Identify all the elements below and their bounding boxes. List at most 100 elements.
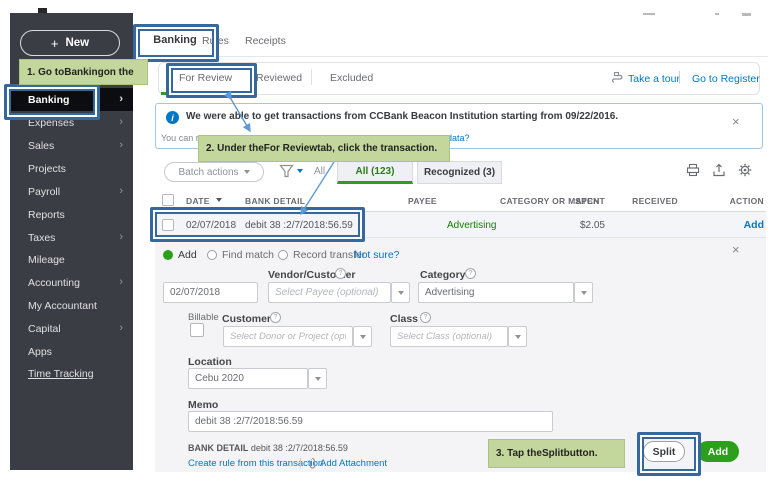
billable-label: Billable [188,312,219,323]
divider [300,458,301,468]
class-dropdown-button[interactable] [508,326,527,347]
memo-field[interactable] [188,411,553,432]
billable-checkbox[interactable] [190,323,204,337]
plus-icon: + [51,36,59,51]
batch-actions-dropdown[interactable]: Batch actions [164,162,264,182]
new-button[interactable]: + New [20,30,120,56]
category-field[interactable] [418,282,574,303]
create-rule-link[interactable]: Create rule from this transaction [188,458,323,469]
add-button[interactable]: Add [697,441,739,462]
chevron-right-icon: › [119,232,123,243]
divider [311,69,312,85]
payee-field[interactable] [268,282,391,303]
cropped-ui-remnant [715,13,719,15]
customer-dropdown-button[interactable] [353,326,372,347]
tab-for-review[interactable]: For Review [179,72,232,84]
sidebar-item-my-accountant[interactable]: My Accountant [10,294,133,317]
sidebar-item-banking[interactable]: Banking › [10,88,133,111]
sidebar-item-expenses[interactable]: Expenses › [10,111,133,134]
tab-all-transactions[interactable]: All (123) [337,161,413,184]
date-field[interactable] [163,282,258,303]
customer-field[interactable] [223,326,353,347]
chevron-right-icon: › [119,140,123,151]
class-field[interactable] [390,326,508,347]
column-header-action: ACTION [716,196,764,206]
sidebar-item-projects[interactable]: Projects [10,157,133,180]
new-button-label: New [65,37,89,49]
radio-record-transfer[interactable] [278,250,288,260]
chevron-right-icon: › [119,94,123,105]
chevron-right-icon: › [119,186,123,197]
tab-receipts[interactable]: Receipts [245,35,286,47]
class-label: Class [390,313,418,325]
row-category[interactable]: Advertising [447,220,496,231]
customer-label: Customer [222,313,271,325]
active-tab-underline [161,92,183,95]
row-spent: $2.05 [558,220,605,231]
memo-label: Memo [188,399,218,411]
sidebar-item-taxes[interactable]: Taxes › [10,226,133,249]
split-button[interactable]: Split [643,441,685,462]
add-attachment-link[interactable]: Add Attachment [320,458,387,469]
sidebar-item-capital[interactable]: Capital › [10,317,133,340]
radio-find-match-label[interactable]: Find match [222,249,274,261]
filter-caret-icon[interactable] [297,169,303,173]
caret-down-icon [244,170,250,174]
tour-icon [611,71,625,85]
chevron-right-icon: › [119,117,123,128]
callout-step-3: 3. Tap the Split button. [488,439,625,468]
location-label: Location [188,356,232,368]
not-sure-link[interactable]: Not sure? [354,249,400,261]
sidebar-item-apps[interactable]: Apps [10,340,133,363]
help-icon[interactable]: ? [335,268,346,279]
select-all-checkbox[interactable] [162,194,174,206]
banner-message: We were able to get transactions from CC… [186,111,618,122]
banner-close-icon[interactable]: × [732,115,740,128]
tab-excluded[interactable]: Excluded [330,72,373,84]
radio-find-match[interactable] [207,250,217,260]
help-icon[interactable]: ? [270,312,281,323]
sidebar-item-sales[interactable]: Sales › [10,134,133,157]
banner-subtext: You can r [161,133,199,143]
banner-older-data-link[interactable]: data? [447,133,470,143]
print-icon[interactable] [686,163,700,177]
cropped-ui-remnant [643,13,655,15]
detail-close-icon[interactable]: × [732,243,740,256]
row-checkbox[interactable] [162,219,174,231]
bank-detail-label: BANK DETAIL [188,443,248,453]
go-to-register-link[interactable]: Go to Register [692,73,760,85]
tab-recognized[interactable]: Recognized (3) [417,161,502,184]
quickbooks-banking-page: + New Banking › Expenses › Sales › Proje… [0,0,768,487]
location-dropdown-button[interactable] [308,368,327,389]
sidebar-item-time-tracking[interactable]: Time Tracking [10,362,133,385]
column-header-date[interactable]: DATE [186,196,210,206]
location-field[interactable] [188,368,308,389]
sidebar-item-reports[interactable]: Reports [10,203,133,226]
category-dropdown-button[interactable] [574,282,593,303]
tab-banking[interactable]: Banking [140,31,210,49]
take-a-tour-link[interactable]: Take a tour [628,73,680,85]
divider [140,56,768,57]
help-icon[interactable]: ? [465,268,476,279]
tab-rules[interactable]: Rules [202,35,229,47]
filter-icon[interactable] [279,164,294,179]
callout-step-1: 1. Go to Banking on the [19,59,148,85]
column-header-payee: PAYEE [408,196,437,206]
filter-all-label: All [314,166,325,177]
row-add-action[interactable]: Add [716,219,764,231]
radio-add[interactable] [163,250,173,260]
sidebar-item-payroll[interactable]: Payroll › [10,180,133,203]
column-header-received: RECEIVED [625,196,678,206]
export-icon[interactable] [712,163,726,177]
payee-dropdown-button[interactable] [391,282,410,303]
sidebar-item-mileage[interactable]: Mileage [10,248,133,271]
sort-caret-icon [216,198,222,202]
sidebar-item-accounting[interactable]: Accounting › [10,271,133,294]
gear-icon[interactable] [738,163,752,177]
tab-reviewed[interactable]: Reviewed [256,72,302,84]
callout-step-2: 2. Under the For Review tab, click the t… [198,135,450,162]
radio-add-label[interactable]: Add [178,249,197,261]
help-icon[interactable]: ? [420,312,431,323]
row-bank-detail: debit 38 :2/7/2018:56.59 [245,220,353,231]
column-header-bank-detail: BANK DETAIL [245,196,305,206]
